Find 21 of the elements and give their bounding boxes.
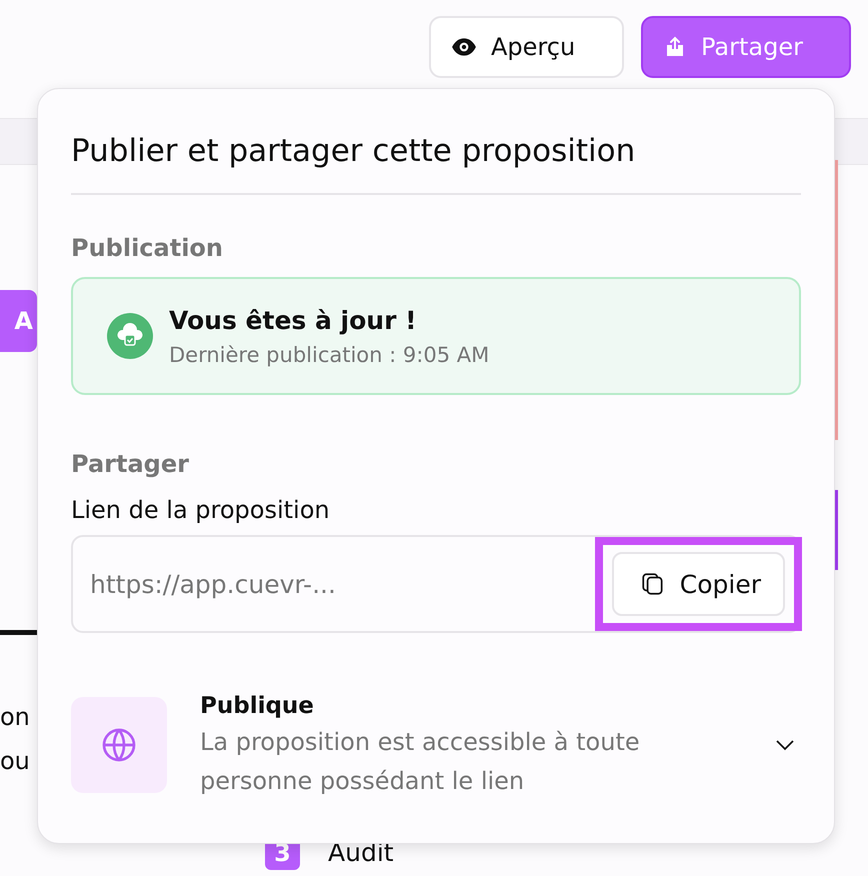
cloud-check-icon <box>107 313 153 359</box>
visibility-description: La proposition est accessible à toute personne possédant le lien <box>200 727 641 797</box>
chevron-down-icon[interactable] <box>775 739 795 751</box>
status-title: Vous êtes à jour ! <box>169 306 418 334</box>
action-button[interactable]: A <box>0 290 37 352</box>
body-text: ou <box>0 746 30 777</box>
globe-icon <box>71 697 167 793</box>
link-value: https://app.cuevr-... <box>90 570 336 598</box>
share-button[interactable]: Partager <box>641 16 851 78</box>
status-detail: Dernière publication : 9:05 AM <box>169 342 490 366</box>
visibility-title: Publique <box>200 692 315 721</box>
link-field[interactable]: https://app.cuevr-... Copier <box>71 535 801 633</box>
field-label: Lien de la proposition <box>71 495 331 526</box>
popover-title: Publier et partager cette proposition <box>71 132 636 171</box>
copy-button[interactable]: Copier <box>612 552 785 616</box>
preview-button[interactable]: Aperçu <box>429 16 624 78</box>
visibility-option[interactable]: Publique La proposition est accessible à toute personne possédant le lien <box>71 689 801 801</box>
step-label: Audit <box>328 838 394 867</box>
section-heading: Partager <box>71 449 190 479</box>
body-text: on <box>0 702 30 733</box>
section-heading: Publication <box>71 233 224 263</box>
